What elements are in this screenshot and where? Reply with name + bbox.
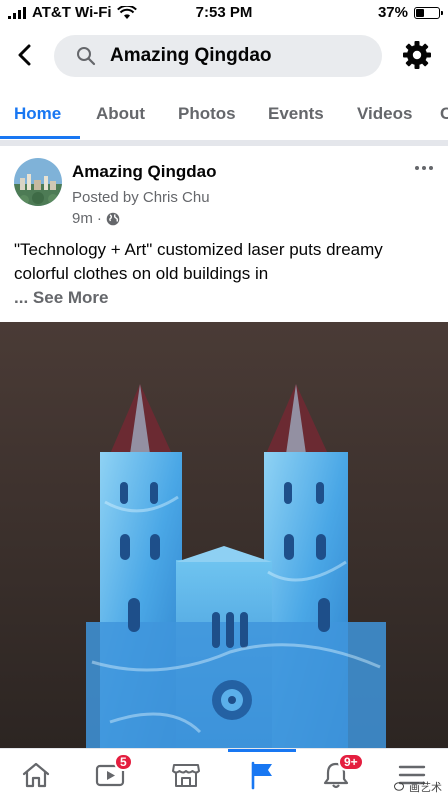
active-nav-indicator — [228, 749, 296, 752]
nav-home[interactable] — [16, 757, 56, 793]
watermark-text: 画艺术 — [409, 782, 442, 794]
city-skyline-avatar-image — [14, 158, 62, 206]
settings-button[interactable] — [400, 38, 434, 72]
search-query: Amazing Qingdao — [110, 45, 272, 66]
watermark: 画艺术 — [394, 779, 442, 795]
more-dot — [429, 166, 433, 170]
tab-photos[interactable]: Photos — [178, 104, 236, 124]
page-tabs: Home About Photos Events Videos C — [0, 92, 448, 141]
nav-watch[interactable]: 5 — [90, 753, 133, 793]
home-icon — [22, 762, 50, 788]
tab-events[interactable]: Events — [268, 104, 324, 124]
meta-dot: · — [96, 210, 102, 227]
illuminated-church-image — [0, 322, 448, 748]
search-header: Amazing Qingdao — [0, 26, 448, 88]
nav-marketplace[interactable] — [166, 757, 206, 793]
tab-overflow[interactable]: C — [440, 104, 448, 124]
search-icon — [77, 47, 96, 66]
notifications-badge: 9+ — [338, 753, 364, 771]
posted-by[interactable]: Posted by Chris Chu — [72, 189, 210, 206]
post-header: Amazing Qingdao Posted by Chris Chu 9m · — [0, 146, 448, 232]
watch-badge: 5 — [114, 753, 133, 771]
chevron-left-icon — [18, 44, 31, 66]
see-more-link[interactable]: See More — [33, 288, 109, 307]
avatar[interactable] — [14, 158, 62, 206]
battery-icon — [414, 6, 443, 19]
post-page-name[interactable]: Amazing Qingdao — [72, 162, 217, 182]
active-tab-indicator — [0, 136, 80, 139]
nav-notifications[interactable]: 9+ — [316, 753, 364, 793]
tab-videos[interactable]: Videos — [357, 104, 412, 124]
search-input[interactable]: Amazing Qingdao — [54, 35, 382, 77]
globe-icon — [106, 212, 120, 225]
bottom-nav: 5 9+ 画艺术 — [0, 748, 448, 801]
post-meta: 9m · — [72, 210, 120, 227]
battery-group: 37% — [377, 4, 443, 21]
post-text: "Technology + Art" customized laser puts… — [14, 238, 434, 310]
nav-pages[interactable] — [242, 757, 282, 793]
more-dot — [422, 166, 426, 170]
wechat-icon — [394, 782, 404, 791]
marketplace-icon — [172, 764, 200, 787]
tab-home[interactable]: Home — [14, 104, 61, 124]
post-body: "Technology + Art" customized laser puts… — [14, 240, 383, 283]
tab-about[interactable]: About — [96, 104, 145, 124]
more-dot — [415, 166, 419, 170]
battery-level — [416, 8, 424, 17]
more-options-button[interactable] — [412, 162, 436, 174]
battery-percent: 37% — [377, 4, 408, 21]
status-bar: AT&T Wi-Fi 7:53 PM 37% — [0, 0, 448, 26]
gear-icon — [403, 41, 431, 69]
post-time[interactable]: 9m — [72, 210, 93, 227]
post-ellipsis: ... — [14, 288, 29, 307]
back-button[interactable] — [10, 40, 40, 70]
page-flag-icon — [251, 761, 272, 790]
post-image[interactable] — [0, 322, 448, 748]
